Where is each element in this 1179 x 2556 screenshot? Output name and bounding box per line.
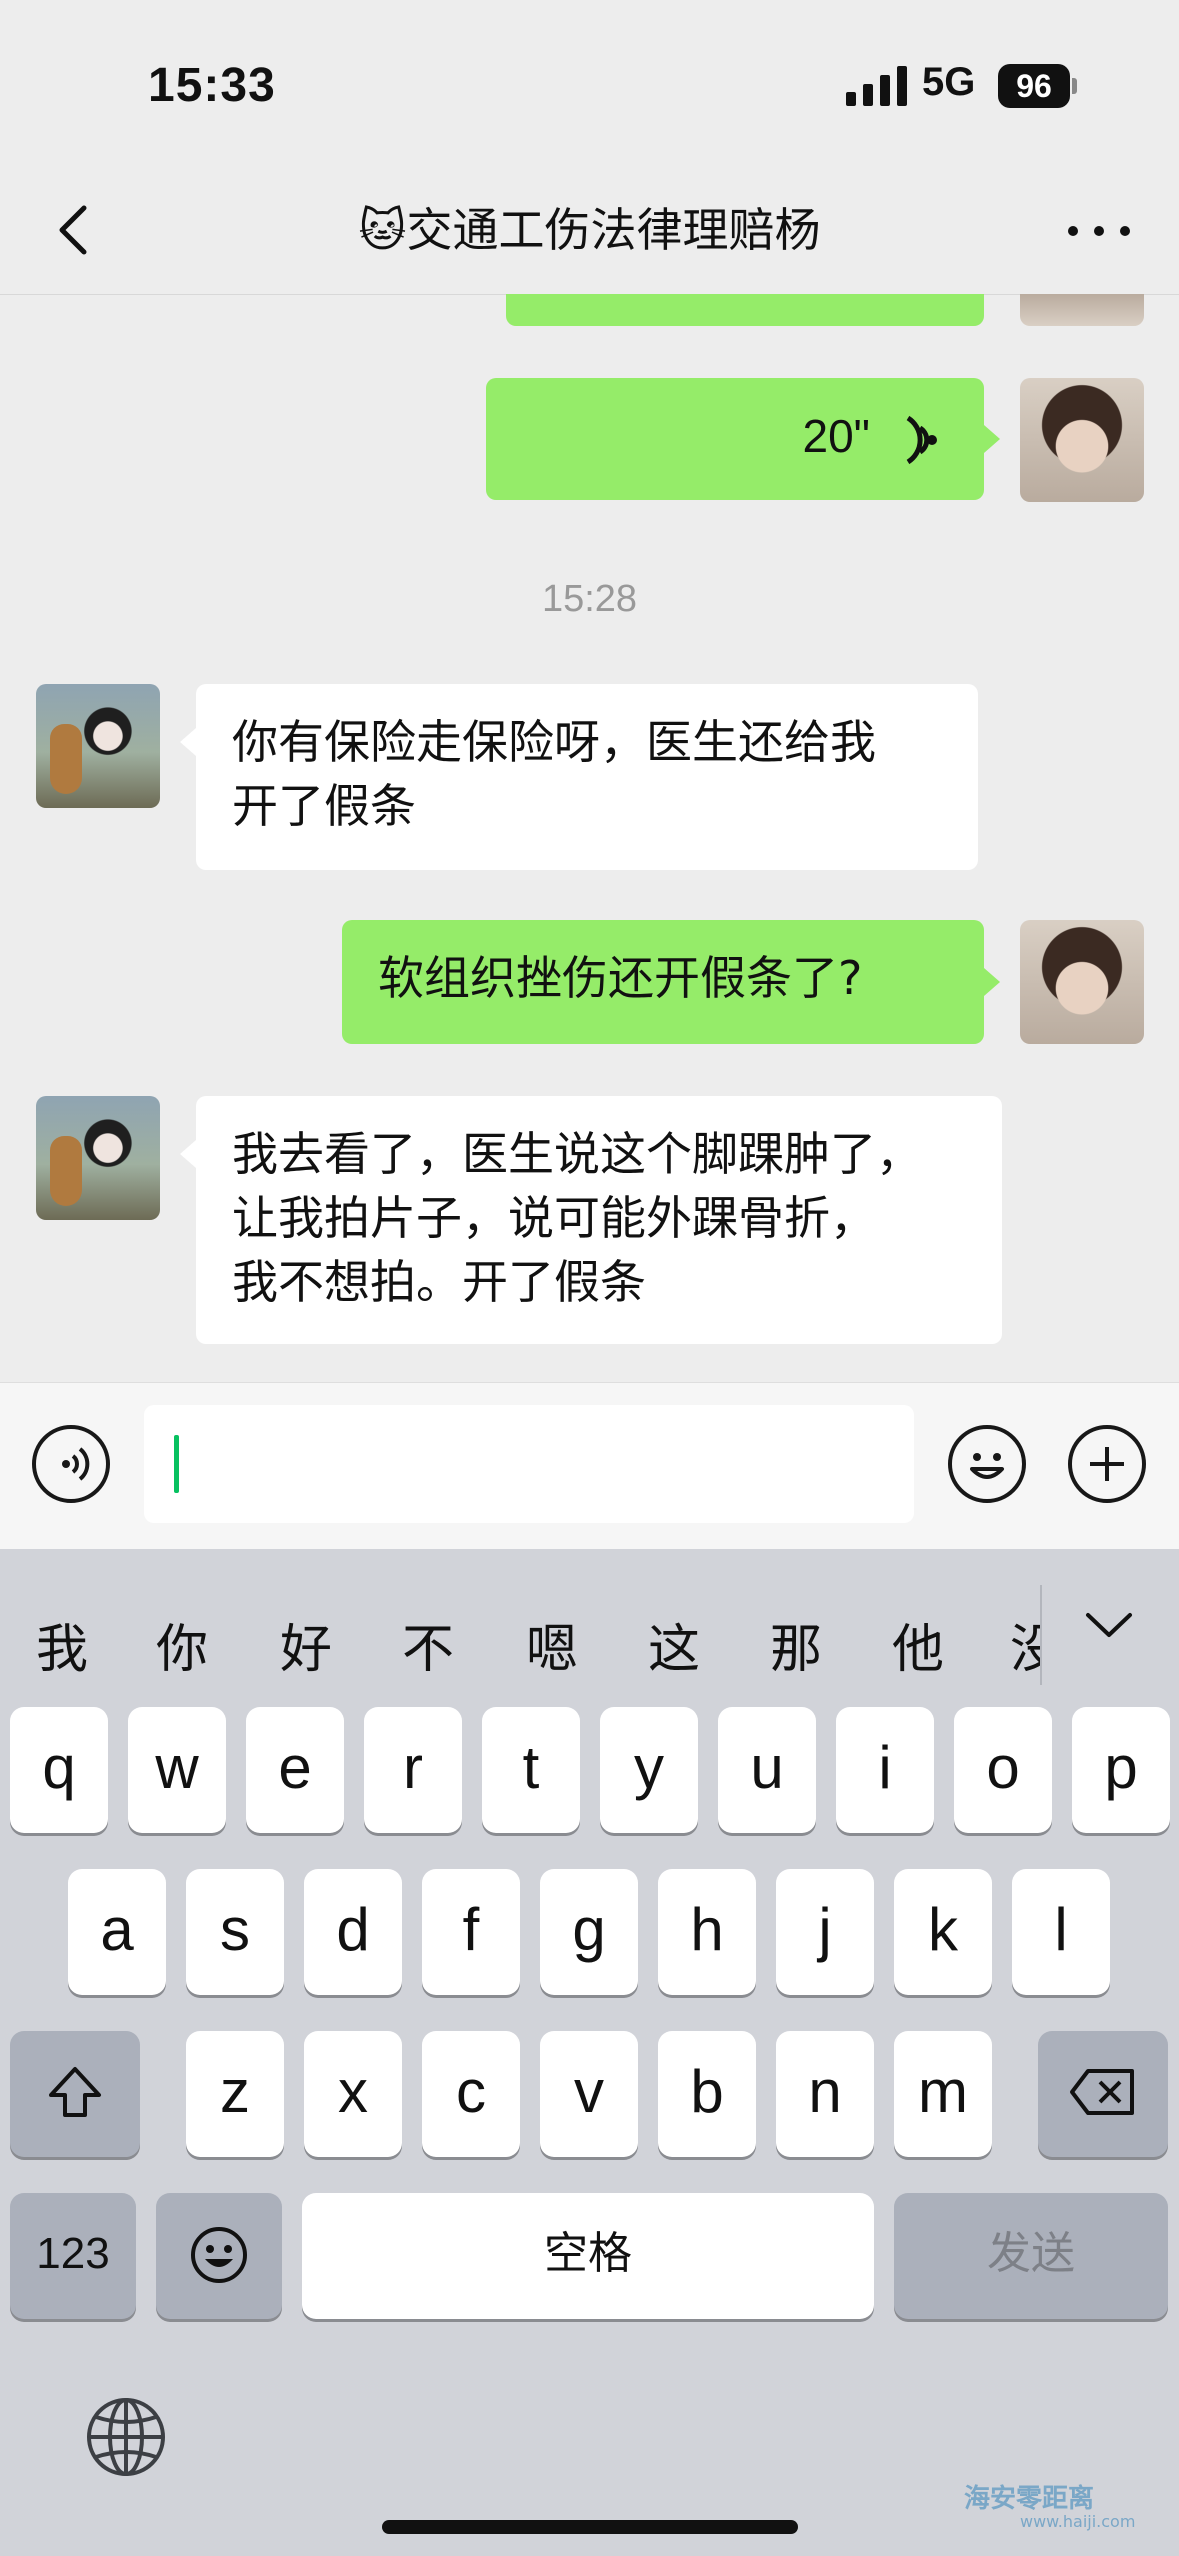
message-text: 我不想拍。开了假条 <box>232 1255 646 1309</box>
home-indicator <box>382 2520 798 2534</box>
avatar[interactable] <box>1020 294 1144 326</box>
avatar[interactable] <box>1020 378 1144 502</box>
candidate-word[interactable]: 没 <box>1010 1607 1042 1673</box>
battery-level: 96 <box>998 64 1070 108</box>
key-f[interactable]: f <box>422 1869 520 1995</box>
plus-icon[interactable] <box>1068 1425 1146 1503</box>
chat-header: 🐱交通工伤法律理赔杨 <box>0 170 1179 295</box>
message-text: 我去看了，医生说这个脚踝肿了， <box>232 1127 922 1181</box>
emoji-key[interactable] <box>156 2193 282 2319</box>
candidate-word[interactable]: 我 <box>36 1607 88 1682</box>
key-m[interactable]: m <box>894 2031 992 2157</box>
message-text: 开了假条 <box>232 779 416 833</box>
key-o[interactable]: o <box>954 1707 1052 1833</box>
key-x[interactable]: x <box>304 2031 402 2157</box>
message-timestamp: 15:28 <box>541 578 638 620</box>
candidate-word[interactable]: 你 <box>156 1607 208 1682</box>
candidate-word[interactable]: 这 <box>648 1607 700 1682</box>
voice-input-icon[interactable] <box>32 1425 110 1503</box>
key-p[interactable]: p <box>1072 1707 1170 1833</box>
message-input[interactable] <box>144 1405 914 1523</box>
keyboard: 我 你 好 不 嗯 这 那 他 没 q w e r t y u i o p a … <box>0 1549 1179 2556</box>
key-t[interactable]: t <box>482 1707 580 1833</box>
send-key[interactable]: 发送 <box>894 2193 1168 2319</box>
key-i[interactable]: i <box>836 1707 934 1833</box>
signal-strength-icon <box>846 66 907 106</box>
emoji-icon[interactable] <box>948 1425 1026 1503</box>
key-d[interactable]: d <box>304 1869 402 1995</box>
key-r[interactable]: r <box>364 1707 462 1833</box>
candidate-divider <box>1040 1585 1042 1685</box>
key-c[interactable]: c <box>422 2031 520 2157</box>
key-a[interactable]: a <box>68 1869 166 1995</box>
message-text: 你有保险走保险呀，医生还给我 <box>232 715 876 769</box>
candidate-word[interactable]: 他 <box>892 1607 944 1682</box>
more-horizontal-icon[interactable] <box>1060 216 1140 246</box>
avatar[interactable] <box>36 684 160 808</box>
key-e[interactable]: e <box>246 1707 344 1833</box>
message-bubble[interactable]: 我去看了，医生说这个脚踝肿了， 让我拍片子，说可能外踝骨折， 我不想拍。开了假条 <box>196 1096 1002 1344</box>
avatar[interactable] <box>1020 920 1144 1044</box>
key-u[interactable]: u <box>718 1707 816 1833</box>
delete-key[interactable] <box>1038 2031 1168 2157</box>
key-y[interactable]: y <box>600 1707 698 1833</box>
status-time: 15:33 <box>148 59 276 112</box>
key-h[interactable]: h <box>658 1869 756 1995</box>
shift-icon <box>49 2067 101 2117</box>
candidate-word[interactable]: 不 <box>402 1607 454 1682</box>
message-bubble[interactable]: 你有保险走保险呀，医生还给我 开了假条 <box>196 684 978 870</box>
emoji-icon <box>191 2227 247 2283</box>
key-n[interactable]: n <box>776 2031 874 2157</box>
shift-key[interactable] <box>10 2031 140 2157</box>
previous-message-bubble[interactable] <box>506 294 984 326</box>
message-bubble[interactable]: 软组织挫伤还开假条了? <box>342 920 984 1044</box>
key-l[interactable]: l <box>1012 1869 1110 1995</box>
key-g[interactable]: g <box>540 1869 638 1995</box>
key-z[interactable]: z <box>186 2031 284 2157</box>
key-w[interactable]: w <box>128 1707 226 1833</box>
voice-wave-icon <box>906 415 937 465</box>
avatar[interactable] <box>36 1096 160 1220</box>
text-cursor <box>174 1435 179 1493</box>
numbers-key[interactable]: 123 <box>10 2193 136 2319</box>
voice-message-bubble[interactable]: 20" <box>486 378 984 500</box>
message-text: 软组织挫伤还开假条了? <box>378 951 863 1005</box>
key-s[interactable]: s <box>186 1869 284 1995</box>
network-type: 5G <box>922 60 976 104</box>
backspace-icon <box>1070 2069 1134 2115</box>
chevron-down-icon[interactable] <box>1084 1611 1134 1641</box>
voice-duration: 20" <box>802 410 871 462</box>
space-key[interactable]: 空格 <box>302 2193 874 2319</box>
candidate-word[interactable]: 好 <box>280 1607 332 1682</box>
key-b[interactable]: b <box>658 2031 756 2157</box>
chat-title: 🐱交通工伤法律理赔杨 <box>358 203 821 257</box>
message-text: 让我拍片子，说可能外踝骨折， <box>232 1191 876 1245</box>
key-k[interactable]: k <box>894 1869 992 1995</box>
key-q[interactable]: q <box>10 1707 108 1833</box>
candidate-word[interactable]: 那 <box>770 1607 822 1682</box>
key-j[interactable]: j <box>776 1869 874 1995</box>
key-v[interactable]: v <box>540 2031 638 2157</box>
globe-icon[interactable] <box>84 2395 168 2479</box>
watermark: 海安零距离 <box>964 2484 1095 2514</box>
candidate-word[interactable]: 嗯 <box>526 1607 578 1682</box>
battery-tip <box>1072 78 1077 94</box>
watermark-url: www.haiji.com <box>1020 2512 1136 2531</box>
input-bar <box>0 1382 1179 1549</box>
